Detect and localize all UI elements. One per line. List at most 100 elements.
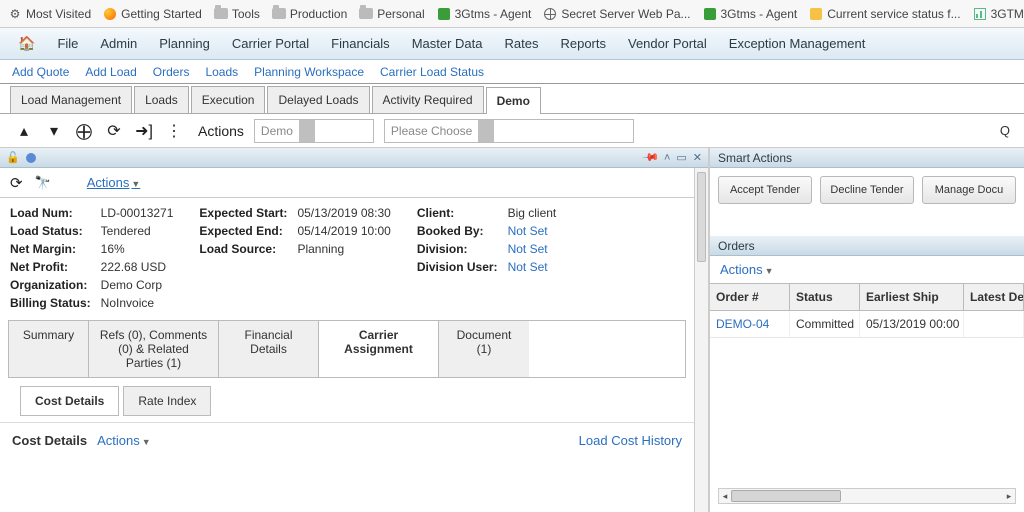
add-icon[interactable]: ＋⃝ — [74, 121, 94, 141]
view-dropdown[interactable]: Demo — [254, 119, 374, 143]
bookmark-service-status[interactable]: Current service status f... — [809, 7, 960, 21]
nav-file[interactable]: File — [57, 36, 78, 51]
link-loads[interactable]: Loads — [205, 65, 238, 79]
nav-carrier-portal[interactable]: Carrier Portal — [232, 36, 309, 51]
net-margin-label: Net Margin: — [10, 242, 91, 256]
tab-demo[interactable]: Demo — [486, 87, 541, 114]
nav-planning[interactable]: Planning — [159, 36, 210, 51]
col-earliest-ship[interactable]: Earliest Ship — [860, 284, 964, 311]
tab-execution[interactable]: Execution — [191, 86, 266, 113]
bookmark-getting-started[interactable]: Getting Started — [103, 7, 202, 21]
tab-financial-details[interactable]: Financial Details — [219, 321, 319, 377]
scroll-right-icon[interactable]: ▸ — [1003, 489, 1015, 503]
collapse-up-icon[interactable]: ▴ — [14, 121, 34, 141]
firefox-icon — [103, 7, 117, 21]
tab-delayed-loads[interactable]: Delayed Loads — [267, 86, 369, 113]
cost-actions-menu[interactable]: Actions▼ — [97, 433, 151, 448]
division-value[interactable]: Not Set — [508, 242, 557, 256]
bookmark-3gtms-agent-1[interactable]: 3Gtms - Agent — [437, 7, 532, 21]
horizontal-scrollbar[interactable]: ◂ ▸ — [718, 488, 1016, 504]
bookmark-most-visited[interactable]: ⚙Most Visited — [8, 7, 91, 21]
link-add-quote[interactable]: Add Quote — [12, 65, 69, 79]
tab-activity-required[interactable]: Activity Required — [372, 86, 484, 113]
nav-financials[interactable]: Financials — [331, 36, 390, 51]
tab-loads[interactable]: Loads — [134, 86, 189, 113]
folder-icon — [359, 7, 373, 21]
order-row[interactable]: DEMO-04 Committed 05/13/2019 00:00 — [710, 311, 1024, 338]
unlock-icon[interactable]: 🔓 — [6, 151, 20, 164]
home-icon[interactable]: 🏠 — [18, 35, 35, 52]
orders-actions-menu[interactable]: Actions▼ — [720, 262, 774, 277]
tab-cost-details[interactable]: Cost Details — [20, 386, 119, 416]
organization-label: Organization: — [10, 278, 91, 292]
load-details: Load Num:LD-00013271 Load Status:Tendere… — [0, 198, 694, 314]
organization-value: Demo Corp — [101, 278, 174, 292]
link-carrier-load-status[interactable]: Carrier Load Status — [380, 65, 484, 79]
nav-master-data[interactable]: Master Data — [412, 36, 483, 51]
panel-actions-menu[interactable]: Actions▼ — [87, 175, 141, 190]
quick-search[interactable]: Q — [1000, 123, 1010, 138]
bookmark-tools[interactable]: Tools — [214, 7, 260, 21]
expected-end-value: 05/14/2019 10:00 — [297, 224, 390, 238]
link-planning-workspace[interactable]: Planning Workspace — [254, 65, 364, 79]
bookmark-production[interactable]: Production — [272, 7, 347, 21]
export-icon[interactable]: ➜] — [134, 121, 154, 141]
accept-tender-button[interactable]: Accept Tender — [718, 176, 812, 204]
sub-nav: Add Quote Add Load Orders Loads Planning… — [0, 60, 1024, 84]
toolbar: ▴ ▾ ＋⃝ ⟳ ➜] ⋮ Actions Demo Please Choose… — [0, 114, 1024, 148]
bookmark-3gtms[interactable]: 3GTMS — [973, 7, 1024, 21]
panel-titlebar: 🔓 📌 ˄ ▭ ✕ — [0, 148, 708, 168]
decline-tender-button[interactable]: Decline Tender — [820, 176, 914, 204]
nav-reports[interactable]: Reports — [560, 36, 606, 51]
bookmark-bar: ⚙Most Visited Getting Started Tools Prod… — [0, 0, 1024, 28]
folder-icon — [272, 7, 286, 21]
vertical-scrollbar[interactable] — [694, 168, 708, 512]
refresh-icon[interactable]: ⟳ — [10, 174, 23, 192]
binoculars-icon[interactable]: 🔭 — [35, 175, 51, 191]
close-icon[interactable]: ✕ — [693, 151, 702, 164]
tab-document[interactable]: Document (1) — [439, 321, 529, 377]
division-user-value[interactable]: Not Set — [508, 260, 557, 274]
billing-status-label: Billing Status: — [10, 296, 91, 310]
bookmark-secret-server[interactable]: Secret Server Web Pa... — [543, 7, 690, 21]
nav-admin[interactable]: Admin — [100, 36, 137, 51]
status-icon — [809, 7, 823, 21]
refresh-icon[interactable]: ⟳ — [104, 121, 124, 141]
globe-icon — [543, 7, 557, 21]
tab-refs-comments[interactable]: Refs (0), Comments (0) & Related Parties… — [89, 321, 219, 377]
main-nav: 🏠 File Admin Planning Carrier Portal Fin… — [0, 28, 1024, 60]
bookmark-3gtms-agent-2[interactable]: 3Gtms - Agent — [703, 7, 798, 21]
order-status-cell: Committed — [790, 311, 860, 338]
cost-details-header: Cost Details Actions▼ Load Cost History — [0, 422, 694, 452]
load-num-value: LD-00013271 — [101, 206, 174, 220]
division-label: Division: — [417, 242, 498, 256]
choose-dropdown[interactable]: Please Choose — [384, 119, 634, 143]
nav-rates[interactable]: Rates — [505, 36, 539, 51]
expand-down-icon[interactable]: ▾ — [44, 121, 64, 141]
status-dot-icon — [26, 153, 36, 163]
net-margin-value: 16% — [101, 242, 174, 256]
manage-documents-button[interactable]: Manage Docu — [922, 176, 1016, 204]
booked-by-value[interactable]: Not Set — [508, 224, 557, 238]
link-add-load[interactable]: Add Load — [85, 65, 136, 79]
order-number-cell[interactable]: DEMO-04 — [710, 311, 790, 338]
bookmark-personal[interactable]: Personal — [359, 7, 424, 21]
tab-load-management[interactable]: Load Management — [10, 86, 132, 113]
tab-rate-index[interactable]: Rate Index — [123, 386, 211, 416]
tab-summary[interactable]: Summary — [9, 321, 89, 377]
nav-exception-mgmt[interactable]: Exception Management — [729, 36, 866, 51]
left-panel: 🔓 📌 ˄ ▭ ✕ ⟳ 🔭 Actions▼ Load Num:LD-00013… — [0, 148, 710, 512]
load-cost-history-link[interactable]: Load Cost History — [579, 433, 682, 448]
col-latest-delivery[interactable]: Latest Deliv — [964, 284, 1024, 311]
load-source-value: Planning — [297, 242, 390, 256]
expand-icon[interactable]: ▭ — [676, 151, 686, 164]
tab-carrier-assignment[interactable]: Carrier Assignment — [319, 321, 439, 377]
more-icon[interactable]: ⋮ — [164, 121, 184, 141]
col-order-number[interactable]: Order # — [710, 284, 790, 311]
link-orders[interactable]: Orders — [153, 65, 190, 79]
nav-vendor-portal[interactable]: Vendor Portal — [628, 36, 707, 51]
pin-icon[interactable]: 📌 — [642, 148, 661, 167]
col-status[interactable]: Status — [790, 284, 860, 311]
collapse-icon[interactable]: ˄ — [664, 152, 670, 164]
scroll-left-icon[interactable]: ◂ — [719, 489, 731, 503]
